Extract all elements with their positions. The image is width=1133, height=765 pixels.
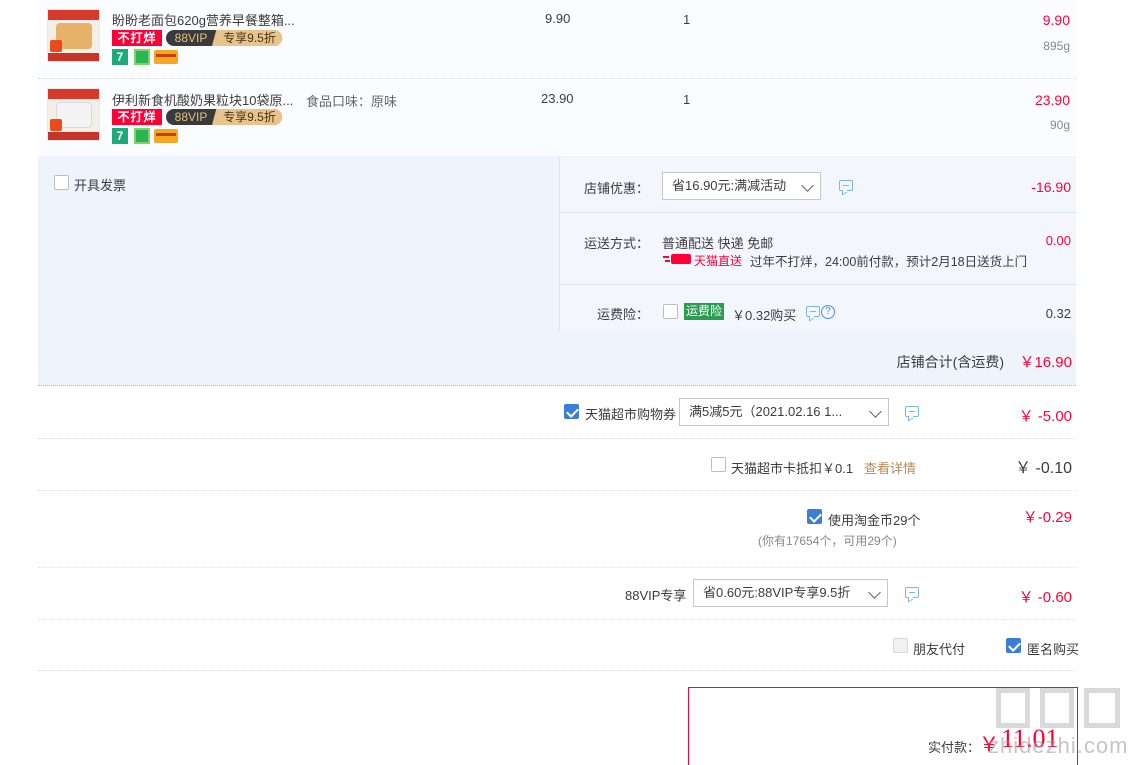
chat-icon[interactable] (839, 180, 853, 191)
tmall-direct-label: 天猫直送 (694, 254, 743, 268)
item-subtotal: 9.90 (1042, 12, 1070, 28)
shop-summary: 开具发票 店铺优惠： 省16.90元:满减活动 -16.90 运送方式： 普通配… (38, 156, 1077, 332)
help-icon[interactable]: ? (821, 305, 835, 319)
nodaze-badge: 不打烊 (112, 109, 162, 125)
item-row: 盼盼老面包620g营养早餐整箱... 不打烊 88VIP 专享9.5折 7 9.… (38, 0, 1076, 79)
item-price: 23.90 (541, 91, 574, 106)
watermark-text: zhidezhi.com (988, 733, 1129, 758)
insurance-label: 运费险： (597, 307, 650, 322)
vip-badge-label: 88VIP (174, 31, 208, 45)
shop-discount-select[interactable]: 省16.90元:满减活动 (662, 172, 821, 200)
payment-label: 实付款： (928, 740, 981, 755)
vip-amount: ￥ -0.60 (1018, 589, 1072, 606)
item-quantity: 1 (683, 92, 691, 107)
credit-card-icon (154, 129, 178, 143)
insurance-amount: 0.32 (1045, 306, 1071, 321)
vip-discount-label: 专享9.5折 (212, 30, 282, 46)
shipping-amount: 0.00 (1045, 233, 1071, 248)
chat-icon[interactable] (905, 406, 919, 417)
coupon-select[interactable]: 满5减5元（2021.02.16 1... (679, 398, 889, 426)
shop-total-amount: ￥16.90 (1019, 354, 1072, 371)
chat-icon[interactable] (806, 306, 820, 317)
coupon-checkbox[interactable] (564, 404, 579, 419)
invoice-panel: 开具发票 (38, 156, 558, 332)
watermark-logo (1084, 688, 1120, 728)
item-weight: 90g (1049, 118, 1070, 132)
shipping-method: 普通配送 快递 免邮 (662, 236, 774, 251)
coins-checkbox[interactable] (807, 509, 822, 524)
item-row: 伊利新食机酸奶果粒块10袋原... 食品口味：原味 不打烊 88VIP 专享9.… (38, 79, 1076, 157)
insurance-price: ￥0.32购买 (732, 308, 797, 323)
vip-badge-label: 88VIP (174, 110, 208, 124)
item-price: 9.90 (545, 11, 571, 26)
shop-discount-label: 店铺优惠： (584, 181, 650, 196)
shipping-label: 运送方式： (584, 236, 650, 251)
coupon-label: 天猫超市购物券 (585, 407, 677, 422)
invoice-checkbox[interactable] (54, 175, 69, 190)
friend-pay-checkbox[interactable] (893, 638, 908, 653)
credit-card-icon (154, 50, 178, 64)
chevron-down-icon (801, 179, 814, 192)
shop-options-panel: 店铺优惠： 省16.90元:满减活动 -16.90 运送方式： 普通配送 快递 … (559, 156, 1077, 332)
shipping-note: 过年不打烊，24:00前付款，预计2月18日送货上门 (750, 255, 1028, 269)
shop-total-row: 店铺合计(含运费) ￥16.90 (38, 332, 1076, 386)
nodaze-badge: 不打烊 (112, 30, 162, 46)
anonymous-checkbox[interactable] (1006, 638, 1021, 653)
vip-discount-badge: 88VIP 专享9.5折 (166, 30, 282, 46)
item-quantity: 1 (683, 12, 691, 27)
watermark-logo (1040, 688, 1074, 728)
supermarket-card-label: 天猫超市卡抵扣￥0.1 (731, 461, 854, 476)
shop-discount-amount: -16.90 (1031, 179, 1071, 195)
item-title[interactable]: 伊利新食机酸奶果粒块10袋原... (112, 90, 293, 109)
supermarket-card-details-link[interactable]: 查看详情 (864, 458, 916, 477)
item-title[interactable]: 盼盼老面包620g营养早餐整箱... (112, 10, 295, 29)
chevron-down-icon (869, 405, 882, 418)
insurance-tag: 运费险 (684, 303, 725, 320)
seven-day-return-icon: 7 (112, 49, 128, 65)
tmall-logo-icon (663, 254, 691, 264)
item-weight: 895g (1043, 39, 1070, 53)
vip-select[interactable]: 省0.60元:88VIP专享9.5折 (693, 579, 888, 607)
watermark-logo (996, 688, 1030, 728)
chat-icon[interactable] (905, 587, 919, 598)
anonymous-label: 匿名购买 (1027, 642, 1080, 657)
product-thumbnail[interactable] (47, 9, 100, 62)
seven-day-return-icon: 7 (112, 128, 128, 144)
supermarket-card-checkbox[interactable] (711, 457, 726, 472)
item-subtotal: 23.90 (1034, 92, 1070, 108)
vip-discount-label: 专享9.5折 (212, 109, 282, 125)
guarantee-icon (134, 128, 150, 144)
coupon-amount: ￥ -5.00 (1018, 408, 1072, 425)
invoice-label: 开具发票 (74, 178, 127, 193)
chevron-down-icon (868, 586, 881, 599)
coins-label: 使用淘金币29个 (828, 513, 921, 528)
item-spec: 食品口味：原味 (306, 94, 398, 109)
insurance-checkbox[interactable] (663, 304, 678, 319)
product-thumbnail[interactable] (47, 88, 100, 141)
guarantee-icon (134, 49, 150, 65)
coins-amount: ￥-0.29 (1022, 509, 1072, 526)
shop-total-label: 店铺合计(含运费) (896, 354, 1004, 370)
vip-discount-badge: 88VIP 专享9.5折 (166, 109, 282, 125)
coins-note: (你有17654个，可用29个) (758, 534, 897, 548)
friend-pay-label: 朋友代付 (913, 642, 966, 657)
supermarket-card-amount: ￥ -0.10 (1015, 460, 1072, 477)
vip-label: 88VIP专享 (625, 588, 687, 603)
